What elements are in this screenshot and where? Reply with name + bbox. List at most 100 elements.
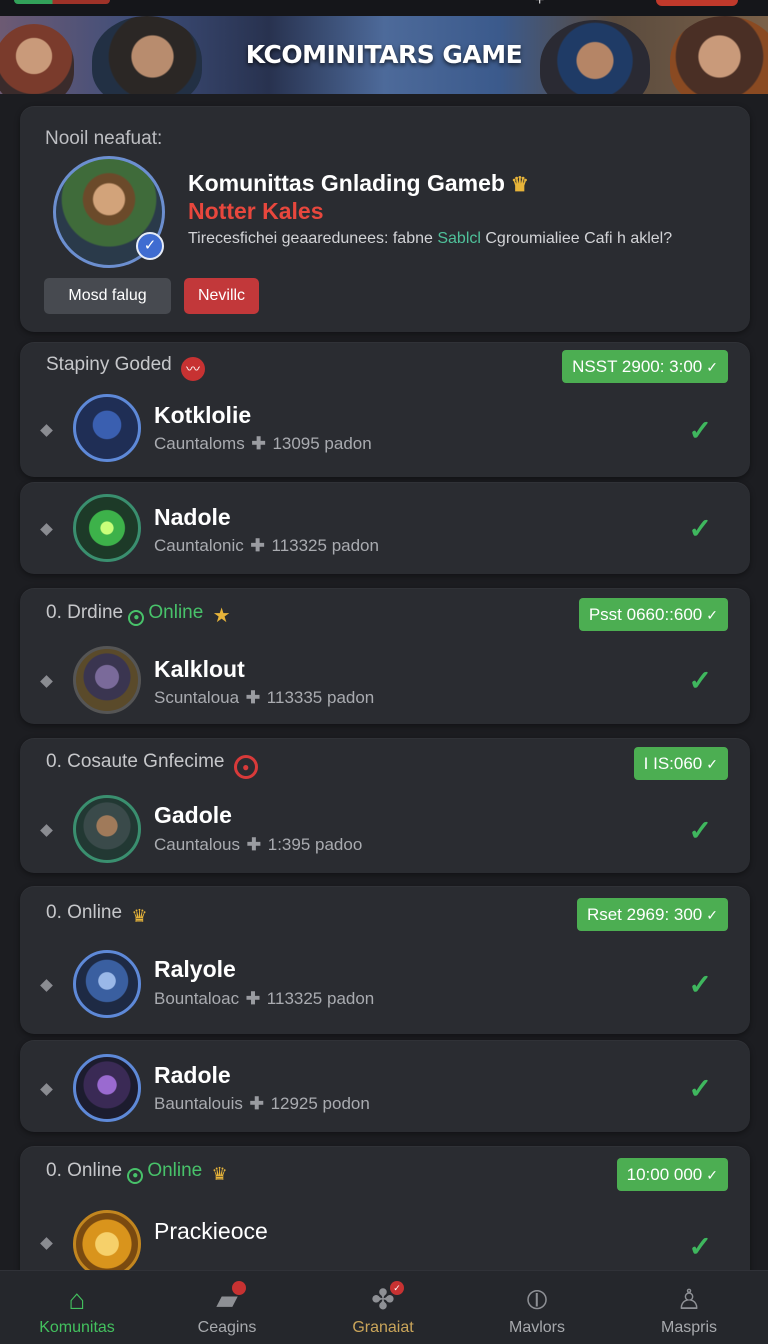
meta-prefix: Cauntaloms — [154, 434, 245, 453]
check-icon[interactable]: ✓ — [689, 664, 712, 697]
nav-item-komunitas[interactable]: ⌂ Komunitas — [0, 1271, 154, 1344]
member-name: Prackieoce — [154, 1218, 268, 1244]
member-name: Gadole — [154, 802, 232, 828]
online-status: Online — [148, 602, 204, 623]
member-name: Kotklolie — [154, 402, 252, 428]
check-icon[interactable]: ✓ — [689, 512, 712, 545]
meta-prefix: Cauntalonic — [154, 536, 244, 555]
check-icon[interactable]: ✓ — [689, 1230, 712, 1263]
community-description: Tirecesfichei geaaredunees: fabne Sablcl… — [188, 230, 672, 248]
bullet-icon — [40, 1237, 53, 1250]
meta-value: 12925 podon — [270, 1094, 370, 1113]
secondary-button[interactable]: Mosd falug — [44, 278, 171, 314]
bullet-icon — [40, 424, 53, 437]
avatar[interactable] — [73, 1210, 141, 1278]
list-item[interactable]: Radole Bauntalouis ✚ 12925 podon ✓ — [20, 1040, 750, 1132]
plus-icon: ✚ — [250, 536, 265, 555]
compass-icon: ⦶ — [526, 1284, 548, 1315]
member-meta: Bountaloac ✚ 113325 padon — [154, 989, 374, 1009]
community-name-text: Komunittas Gnlading Gameb — [188, 170, 505, 196]
check-icon[interactable]: ✓ — [689, 1072, 712, 1105]
meta-prefix: Cauntalous — [154, 835, 241, 854]
bullet-icon — [40, 979, 53, 992]
member-meta: Scuntaloua ✚ 113335 padon — [154, 688, 374, 708]
section-card: 0. Online ● Online ♛ 10:00 000 ✓ Prackieoc… — [20, 1146, 750, 1286]
add-icon[interactable]: + — [535, 0, 544, 10]
verified-icon: ✓ — [136, 232, 164, 260]
status-pill[interactable]: Rset 2969: 300 ✓ — [576, 898, 728, 931]
meta-value: 1:395 padoo — [267, 835, 363, 854]
avatar[interactable] — [73, 1054, 141, 1122]
meta-value: 113325 padon — [271, 536, 379, 555]
check-icon[interactable]: ✓ — [689, 968, 712, 1001]
status-pill[interactable]: 10:00 000 ✓ — [616, 1158, 728, 1191]
avatar[interactable] — [73, 394, 141, 462]
banner-title: KCOMINITARS GAME — [245, 40, 523, 69]
section-title-text: 0. Online — [46, 1160, 123, 1181]
plus-icon: ✚ — [249, 1094, 264, 1113]
plus-icon: ✚ — [246, 835, 261, 854]
online-status: Online — [147, 1160, 203, 1181]
nav-item-granaiat[interactable]: ✤ Granaiat ✓ — [306, 1271, 460, 1344]
community-name: Komunittas Gnlading Gameb ♛ — [188, 170, 529, 197]
primary-button[interactable]: Nevillc — [184, 278, 259, 314]
member-name: Ralyole — [154, 956, 236, 982]
avatar[interactable] — [73, 950, 141, 1018]
notification-pill[interactable] — [656, 0, 738, 6]
star-icon: ★ — [212, 605, 231, 627]
pill-label: I IS:060 — [643, 754, 703, 773]
bullet-icon — [40, 1083, 53, 1096]
section-title-text: 0. Cosaute Gnfecime — [46, 751, 225, 772]
avatar[interactable] — [73, 795, 141, 863]
nav-item-mavlors[interactable]: ⦶ Mavlors — [460, 1271, 614, 1344]
member-meta: Cauntalous ✚ 1:395 padoo — [154, 835, 362, 855]
pill-label: 10:00 000 — [626, 1165, 703, 1184]
description-text: Cgroumialiee Cafi h aklel? — [480, 230, 673, 247]
section-card: 0. Online ♛ Rset 2969: 300 ✓ Ralyole Boun… — [20, 886, 750, 1034]
nav-label: Granaiat — [352, 1319, 414, 1336]
section-card: 0. Cosaute Gnfecime ● I IS:060 ✓ Gadole C… — [20, 738, 750, 873]
plus-icon: ✚ — [245, 989, 261, 1008]
profile-label: Nooil neafuat: — [45, 128, 163, 149]
bullet-icon — [40, 523, 53, 536]
status-indicator — [14, 0, 110, 4]
meta-value: 113335 padon — [266, 688, 375, 707]
section-title: 0. Cosaute Gnfecime ● — [46, 751, 258, 779]
nav-item-maspris[interactable]: ♙ Maspris — [612, 1271, 766, 1344]
section-title-text: Stapiny Goded — [46, 354, 172, 375]
section-title-text: 0. Online — [46, 902, 123, 923]
meta-prefix: Scuntaloua — [154, 688, 240, 707]
online-icon: ● — [128, 610, 145, 626]
chevron-down-icon: ✓ — [706, 359, 718, 375]
status-pill[interactable]: NSST 2900: 3:00 ✓ — [562, 350, 728, 383]
check-icon[interactable]: ✓ — [689, 414, 712, 447]
chevron-down-icon: ✓ — [706, 607, 718, 623]
crown-icon: ♛ — [510, 174, 529, 196]
status-pill[interactable]: I IS:060 ✓ — [633, 747, 728, 780]
plus-icon: ✚ — [245, 688, 261, 707]
community-subtitle: Notter Kales — [188, 198, 324, 224]
plus-icon: ✚ — [251, 434, 266, 453]
member-name: Nadole — [154, 504, 231, 530]
home-icon: ⌂ — [68, 1284, 86, 1315]
section-title-text: 0. Drdine — [46, 602, 124, 623]
member-name: Kalklout — [154, 656, 245, 682]
nav-label: Mavlors — [508, 1319, 565, 1336]
nav-label: Ceagins — [197, 1319, 257, 1336]
member-name: Radole — [154, 1062, 231, 1088]
avatar[interactable] — [73, 646, 141, 714]
list-item[interactable]: Nadole Cauntalonic ✚ 113325 padon ✓ — [20, 482, 750, 574]
avatar[interactable] — [73, 494, 141, 562]
alert-icon: ● — [233, 755, 258, 779]
bullet-icon — [40, 824, 53, 837]
status-pill[interactable]: Psst 0660::600 ✓ — [578, 598, 728, 631]
nav-label: Komunitas — [39, 1319, 115, 1336]
meta-value: 113325 padon — [266, 989, 375, 1008]
description-link[interactable]: Sablcl — [437, 230, 481, 247]
bottom-navigation: ⌂ Komunitas ▰ Ceagins ✤ Granaiat ✓ ⦶ Mav… — [0, 1270, 768, 1344]
online-icon: ● — [127, 1168, 144, 1184]
check-icon[interactable]: ✓ — [689, 814, 712, 847]
pill-label: NSST 2900: 3:00 — [572, 357, 703, 376]
nav-item-ceagins[interactable]: ▰ Ceagins — [150, 1271, 304, 1344]
meta-value: 13095 padon — [272, 434, 372, 453]
